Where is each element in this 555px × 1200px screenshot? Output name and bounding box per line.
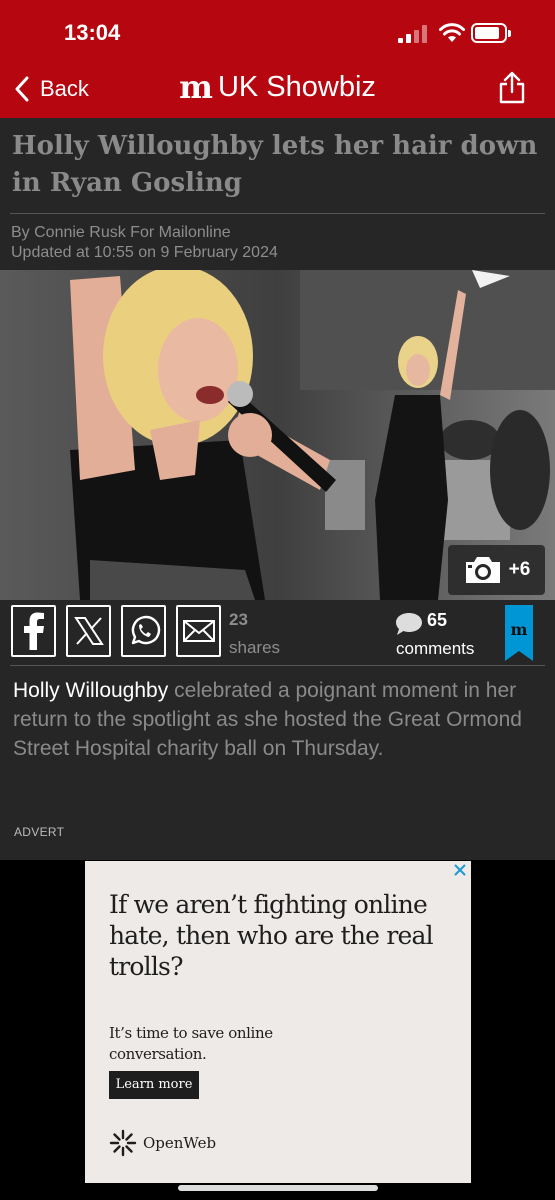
updated-date: Updated at 10:55 on 9 February 2024 (11, 244, 278, 261)
section-header: m UK Showbiz (0, 68, 555, 106)
ad-headline: If we aren’t fighting online hate, then … (109, 890, 434, 981)
advert[interactable]: If we aren’t fighting online hate, then … (85, 861, 471, 1183)
share-label: shares (229, 638, 281, 657)
comments-button[interactable]: 65 comments (394, 609, 486, 658)
comment-bubble-icon (396, 613, 422, 635)
ad-brand: OpenWeb (109, 1129, 216, 1157)
battery-icon (471, 23, 511, 43)
share-icon[interactable] (496, 71, 528, 105)
bookmark-icon[interactable]: m (505, 605, 533, 661)
email-share-button[interactable] (176, 605, 221, 657)
article: Holly Willoughby lets her hair down in R… (0, 118, 555, 860)
share-count: 23 (229, 610, 248, 629)
ad-subtext: It’s time to save online conversation. (109, 1024, 273, 1063)
svg-text:m: m (511, 620, 528, 639)
ad-brand-name: OpenWeb (143, 1134, 217, 1152)
top-bar: 13:04 Back m UK Showbiz (0, 0, 555, 118)
byline: By Connie Rusk For Mailonline Updated at… (11, 223, 278, 263)
comments-label: comments (396, 639, 475, 658)
camera-icon (465, 557, 500, 583)
divider (10, 213, 545, 214)
gallery-button[interactable]: +6 (448, 545, 545, 595)
home-indicator[interactable] (178, 1185, 378, 1191)
close-icon[interactable] (452, 862, 468, 878)
email-icon (182, 620, 215, 642)
ad-learn-more-button[interactable]: Learn more (109, 1071, 199, 1099)
article-headline: Holly Willoughby lets her hair down in R… (12, 131, 538, 198)
facebook-share-button[interactable] (11, 605, 56, 657)
x-share-button[interactable] (66, 605, 111, 657)
daily-mail-logo: m (179, 68, 213, 106)
cellular-signal-icon (398, 25, 430, 43)
section-title: UK Showbiz (217, 70, 376, 103)
share-bar: 23 shares 65 comments m (0, 605, 555, 663)
whatsapp-share-button[interactable] (121, 605, 166, 657)
divider (10, 665, 545, 666)
whatsapp-icon (131, 615, 160, 645)
facebook-icon (23, 612, 44, 650)
status-time: 13:04 (64, 20, 121, 45)
article-intro: Holly Willoughby celebrated a poignant m… (13, 676, 543, 763)
openweb-logo-icon (109, 1129, 137, 1157)
wifi-icon (439, 23, 465, 42)
advert-label: ADVERT (14, 825, 65, 839)
comments-count: 65 (427, 610, 448, 630)
x-icon (73, 617, 104, 645)
author: By Connie Rusk For Mailonline (11, 224, 231, 241)
intro-link[interactable]: Holly Willoughby (13, 679, 168, 702)
gallery-count: +6 (508, 559, 531, 580)
